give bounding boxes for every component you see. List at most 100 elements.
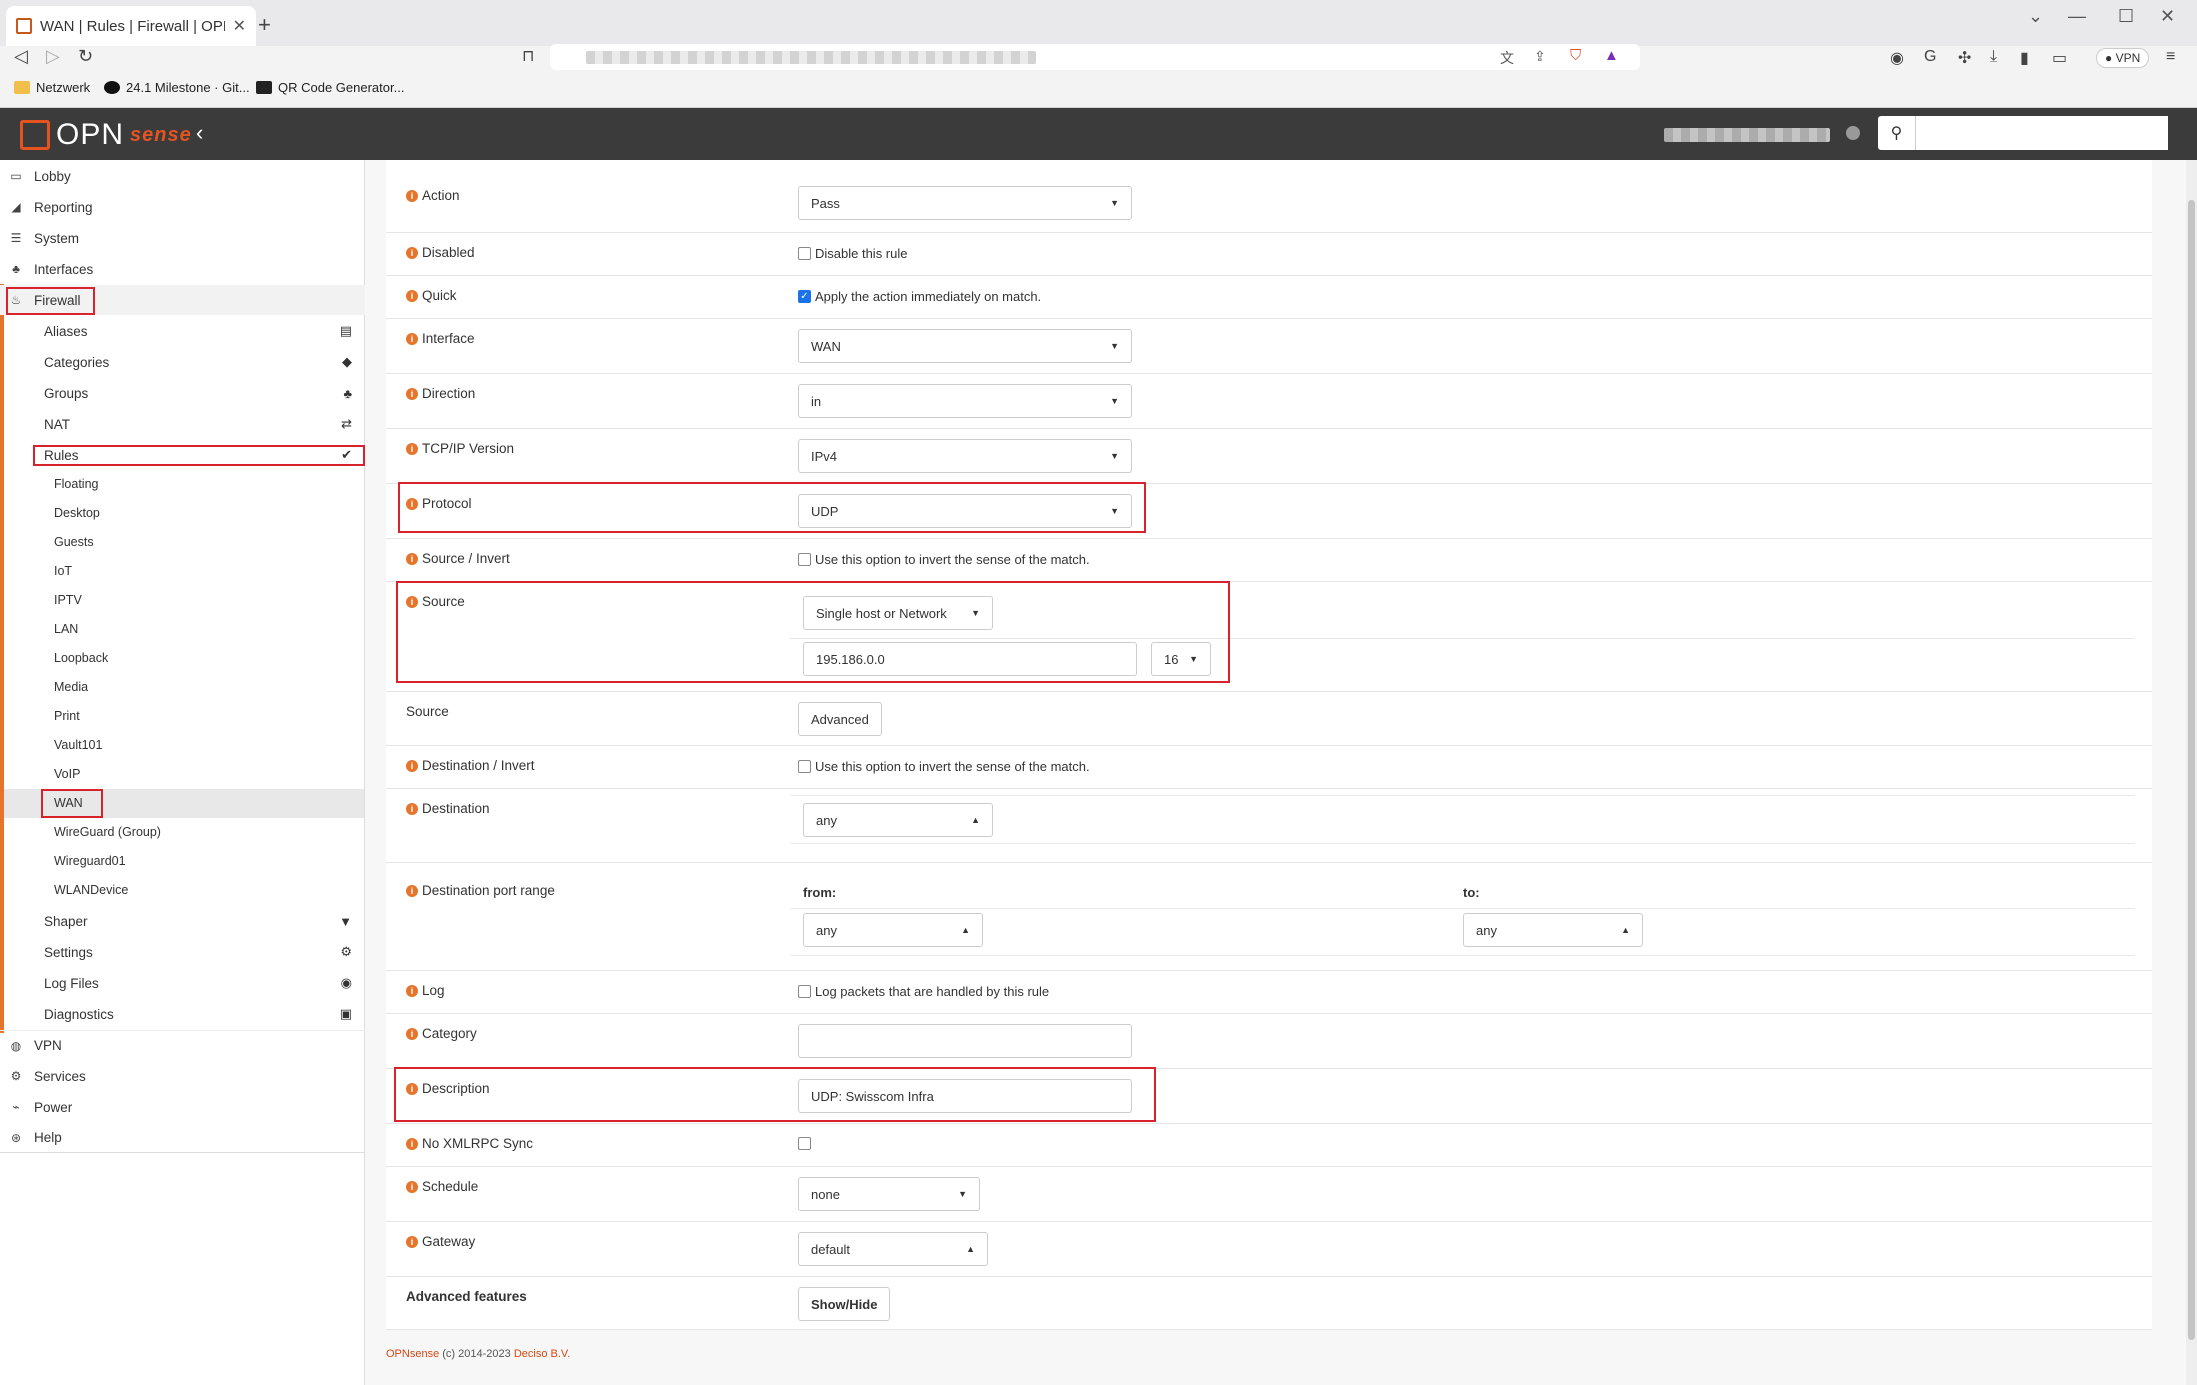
- brave-rewards-icon[interactable]: ▲: [1604, 47, 1619, 64]
- gateway-select[interactable]: default ▲: [798, 1232, 988, 1266]
- bookmark-icon[interactable]: ⊓: [522, 46, 534, 66]
- sidebar-item-services[interactable]: ⚙ Services: [0, 1061, 365, 1091]
- info-icon[interactable]: i: [406, 884, 418, 897]
- sidebar-item-firewall[interactable]: ♨ Firewall: [0, 285, 365, 315]
- source-invert-checkbox[interactable]: Use this option to invert the sense of t…: [798, 552, 1090, 567]
- info-icon[interactable]: i: [406, 984, 418, 997]
- sidebar-item-aliases[interactable]: Aliases ▤: [44, 316, 364, 346]
- category-input[interactable]: [798, 1024, 1132, 1058]
- sidebar-item-vpn[interactable]: ◍ VPN: [0, 1030, 365, 1060]
- search-box[interactable]: ⚲: [1878, 116, 2168, 150]
- info-icon[interactable]: i: [406, 1082, 418, 1095]
- sidebar-item-media[interactable]: Media: [54, 673, 88, 701]
- log-checkbox[interactable]: Log packets that are handled by this rul…: [798, 984, 1049, 999]
- extension-icon[interactable]: ◉: [1890, 48, 1904, 68]
- sidebar-item-reporting[interactable]: ◢ Reporting: [0, 192, 365, 222]
- source-type-select[interactable]: Single host or Network ▼: [803, 596, 993, 630]
- info-icon[interactable]: i: [406, 289, 418, 302]
- sidebar-item-lobby[interactable]: ▭ Lobby: [0, 161, 365, 191]
- interface-select[interactable]: WAN ▼: [798, 329, 1132, 363]
- search-icon[interactable]: ⚲: [1878, 116, 1916, 150]
- sidebar-item-guests[interactable]: Guests: [54, 528, 94, 556]
- info-icon[interactable]: i: [406, 1027, 418, 1040]
- tcpip-select[interactable]: IPv4 ▼: [798, 439, 1132, 473]
- noxmlrpc-checkbox[interactable]: [798, 1137, 811, 1150]
- brave-shield-icon[interactable]: ⛉: [1570, 47, 1581, 64]
- sidebar-item-lan[interactable]: LAN: [54, 615, 78, 643]
- address-bar[interactable]: 文 ⇪ ⛉ ▲: [550, 44, 1640, 70]
- protocol-select[interactable]: UDP ▼: [798, 494, 1132, 528]
- footer-brand-link[interactable]: OPNsense: [386, 1348, 439, 1360]
- checkbox-box[interactable]: [798, 247, 811, 260]
- bookmark-netzwerk[interactable]: Netzwerk: [14, 80, 90, 95]
- checkbox-checked-icon[interactable]: ✓: [798, 290, 811, 303]
- info-icon[interactable]: i: [406, 1137, 418, 1150]
- sidebar-item-print[interactable]: Print: [54, 702, 80, 730]
- sidebar-item-log-files[interactable]: Log Files ◉: [44, 968, 364, 998]
- sidebar-item-nat[interactable]: NAT ⇄: [44, 409, 364, 439]
- sidebar-item-loopback[interactable]: Loopback: [54, 644, 108, 672]
- show-hide-button[interactable]: Show/Hide: [798, 1287, 891, 1321]
- checkbox-box[interactable]: [798, 553, 811, 566]
- info-icon[interactable]: i: [406, 246, 418, 259]
- sidebar-item-groups[interactable]: Groups ♣: [44, 378, 364, 408]
- dest-port-from-select[interactable]: any ▲: [803, 913, 983, 947]
- info-icon[interactable]: i: [406, 1180, 418, 1193]
- info-icon[interactable]: i: [406, 387, 418, 400]
- sidebar-item-rules[interactable]: Rules ✔: [44, 440, 364, 470]
- advanced-button[interactable]: Advanced: [798, 702, 882, 736]
- sidebar-item-diagnostics[interactable]: Diagnostics ▣: [44, 999, 364, 1029]
- checkbox-box[interactable]: [798, 760, 811, 773]
- sidebar-item-wireguard01[interactable]: Wireguard01: [54, 847, 126, 875]
- sidebar-item-wlandevice[interactable]: WLANDevice: [54, 876, 128, 904]
- sidebar-item-system[interactable]: ☰ System: [0, 223, 365, 253]
- maximize-icon[interactable]: ☐: [2118, 6, 2134, 27]
- opnsense-logo[interactable]: OPN sense: [20, 118, 192, 152]
- direction-select[interactable]: in ▼: [798, 384, 1132, 418]
- info-icon[interactable]: i: [406, 802, 418, 815]
- bookmark-qr[interactable]: QR Code Generator...: [256, 80, 404, 95]
- info-icon[interactable]: i: [406, 189, 418, 202]
- sidebar-item-floating[interactable]: Floating: [54, 470, 98, 498]
- schedule-select[interactable]: none ▼: [798, 1177, 980, 1211]
- disabled-checkbox[interactable]: Disable this rule: [798, 246, 908, 261]
- sidebar-item-vault101[interactable]: Vault101: [54, 731, 102, 759]
- info-icon[interactable]: i: [406, 332, 418, 345]
- sidebar-item-settings[interactable]: Settings ⚙: [44, 937, 364, 967]
- info-icon[interactable]: i: [406, 442, 418, 455]
- forward-icon[interactable]: ▷: [46, 46, 60, 67]
- menu-icon[interactable]: ≡: [2166, 48, 2175, 66]
- footer-company-link[interactable]: Deciso B.V.: [514, 1348, 570, 1360]
- checkbox-box[interactable]: [798, 1137, 811, 1150]
- checkbox-box[interactable]: [798, 985, 811, 998]
- search-input[interactable]: [1916, 116, 2168, 150]
- sidebar-item-wireguard-group[interactable]: WireGuard (Group): [54, 818, 161, 846]
- browser-tab[interactable]: WAN | Rules | Firewall | OPNsense ✕: [6, 6, 256, 46]
- sidebar-item-interfaces[interactable]: ♣ Interfaces: [0, 254, 365, 284]
- sidebar-item-voip[interactable]: VoIP: [54, 760, 80, 788]
- info-icon[interactable]: i: [406, 595, 418, 608]
- info-icon[interactable]: i: [406, 759, 418, 772]
- collapse-sidebar-icon[interactable]: ‹: [196, 120, 203, 146]
- info-icon[interactable]: i: [406, 497, 418, 510]
- source-address-input[interactable]: 195.186.0.0: [803, 642, 1137, 676]
- translate-extension-icon[interactable]: G: [1924, 48, 1936, 66]
- description-input[interactable]: UDP: Swisscom Infra: [798, 1079, 1132, 1113]
- destination-select[interactable]: any ▲: [803, 803, 993, 837]
- sidebar-item-shaper[interactable]: Shaper ▼: [44, 906, 364, 936]
- action-select[interactable]: Pass ▼: [798, 186, 1132, 220]
- sidebar-item-desktop[interactable]: Desktop: [54, 499, 100, 527]
- dest-port-to-select[interactable]: any ▲: [1463, 913, 1643, 947]
- sidebar-item-power[interactable]: ⌁ Power: [0, 1092, 365, 1122]
- back-icon[interactable]: ◁: [14, 46, 28, 67]
- reload-icon[interactable]: ↻: [78, 46, 93, 67]
- scrollbar-thumb[interactable]: [2188, 200, 2195, 1340]
- sidebar-item-wan[interactable]: WAN: [54, 789, 83, 817]
- quick-checkbox[interactable]: ✓ Apply the action immediately on match.: [798, 289, 1041, 304]
- sidebar-item-help[interactable]: ⊛ Help: [0, 1123, 365, 1153]
- share-icon[interactable]: ⇪: [1534, 48, 1546, 65]
- destination-invert-checkbox[interactable]: Use this option to invert the sense of t…: [798, 759, 1090, 774]
- sidebar-item-iot[interactable]: IoT: [54, 557, 72, 585]
- new-tab-icon[interactable]: +: [258, 12, 271, 38]
- vpn-button[interactable]: ● VPN: [2096, 48, 2150, 68]
